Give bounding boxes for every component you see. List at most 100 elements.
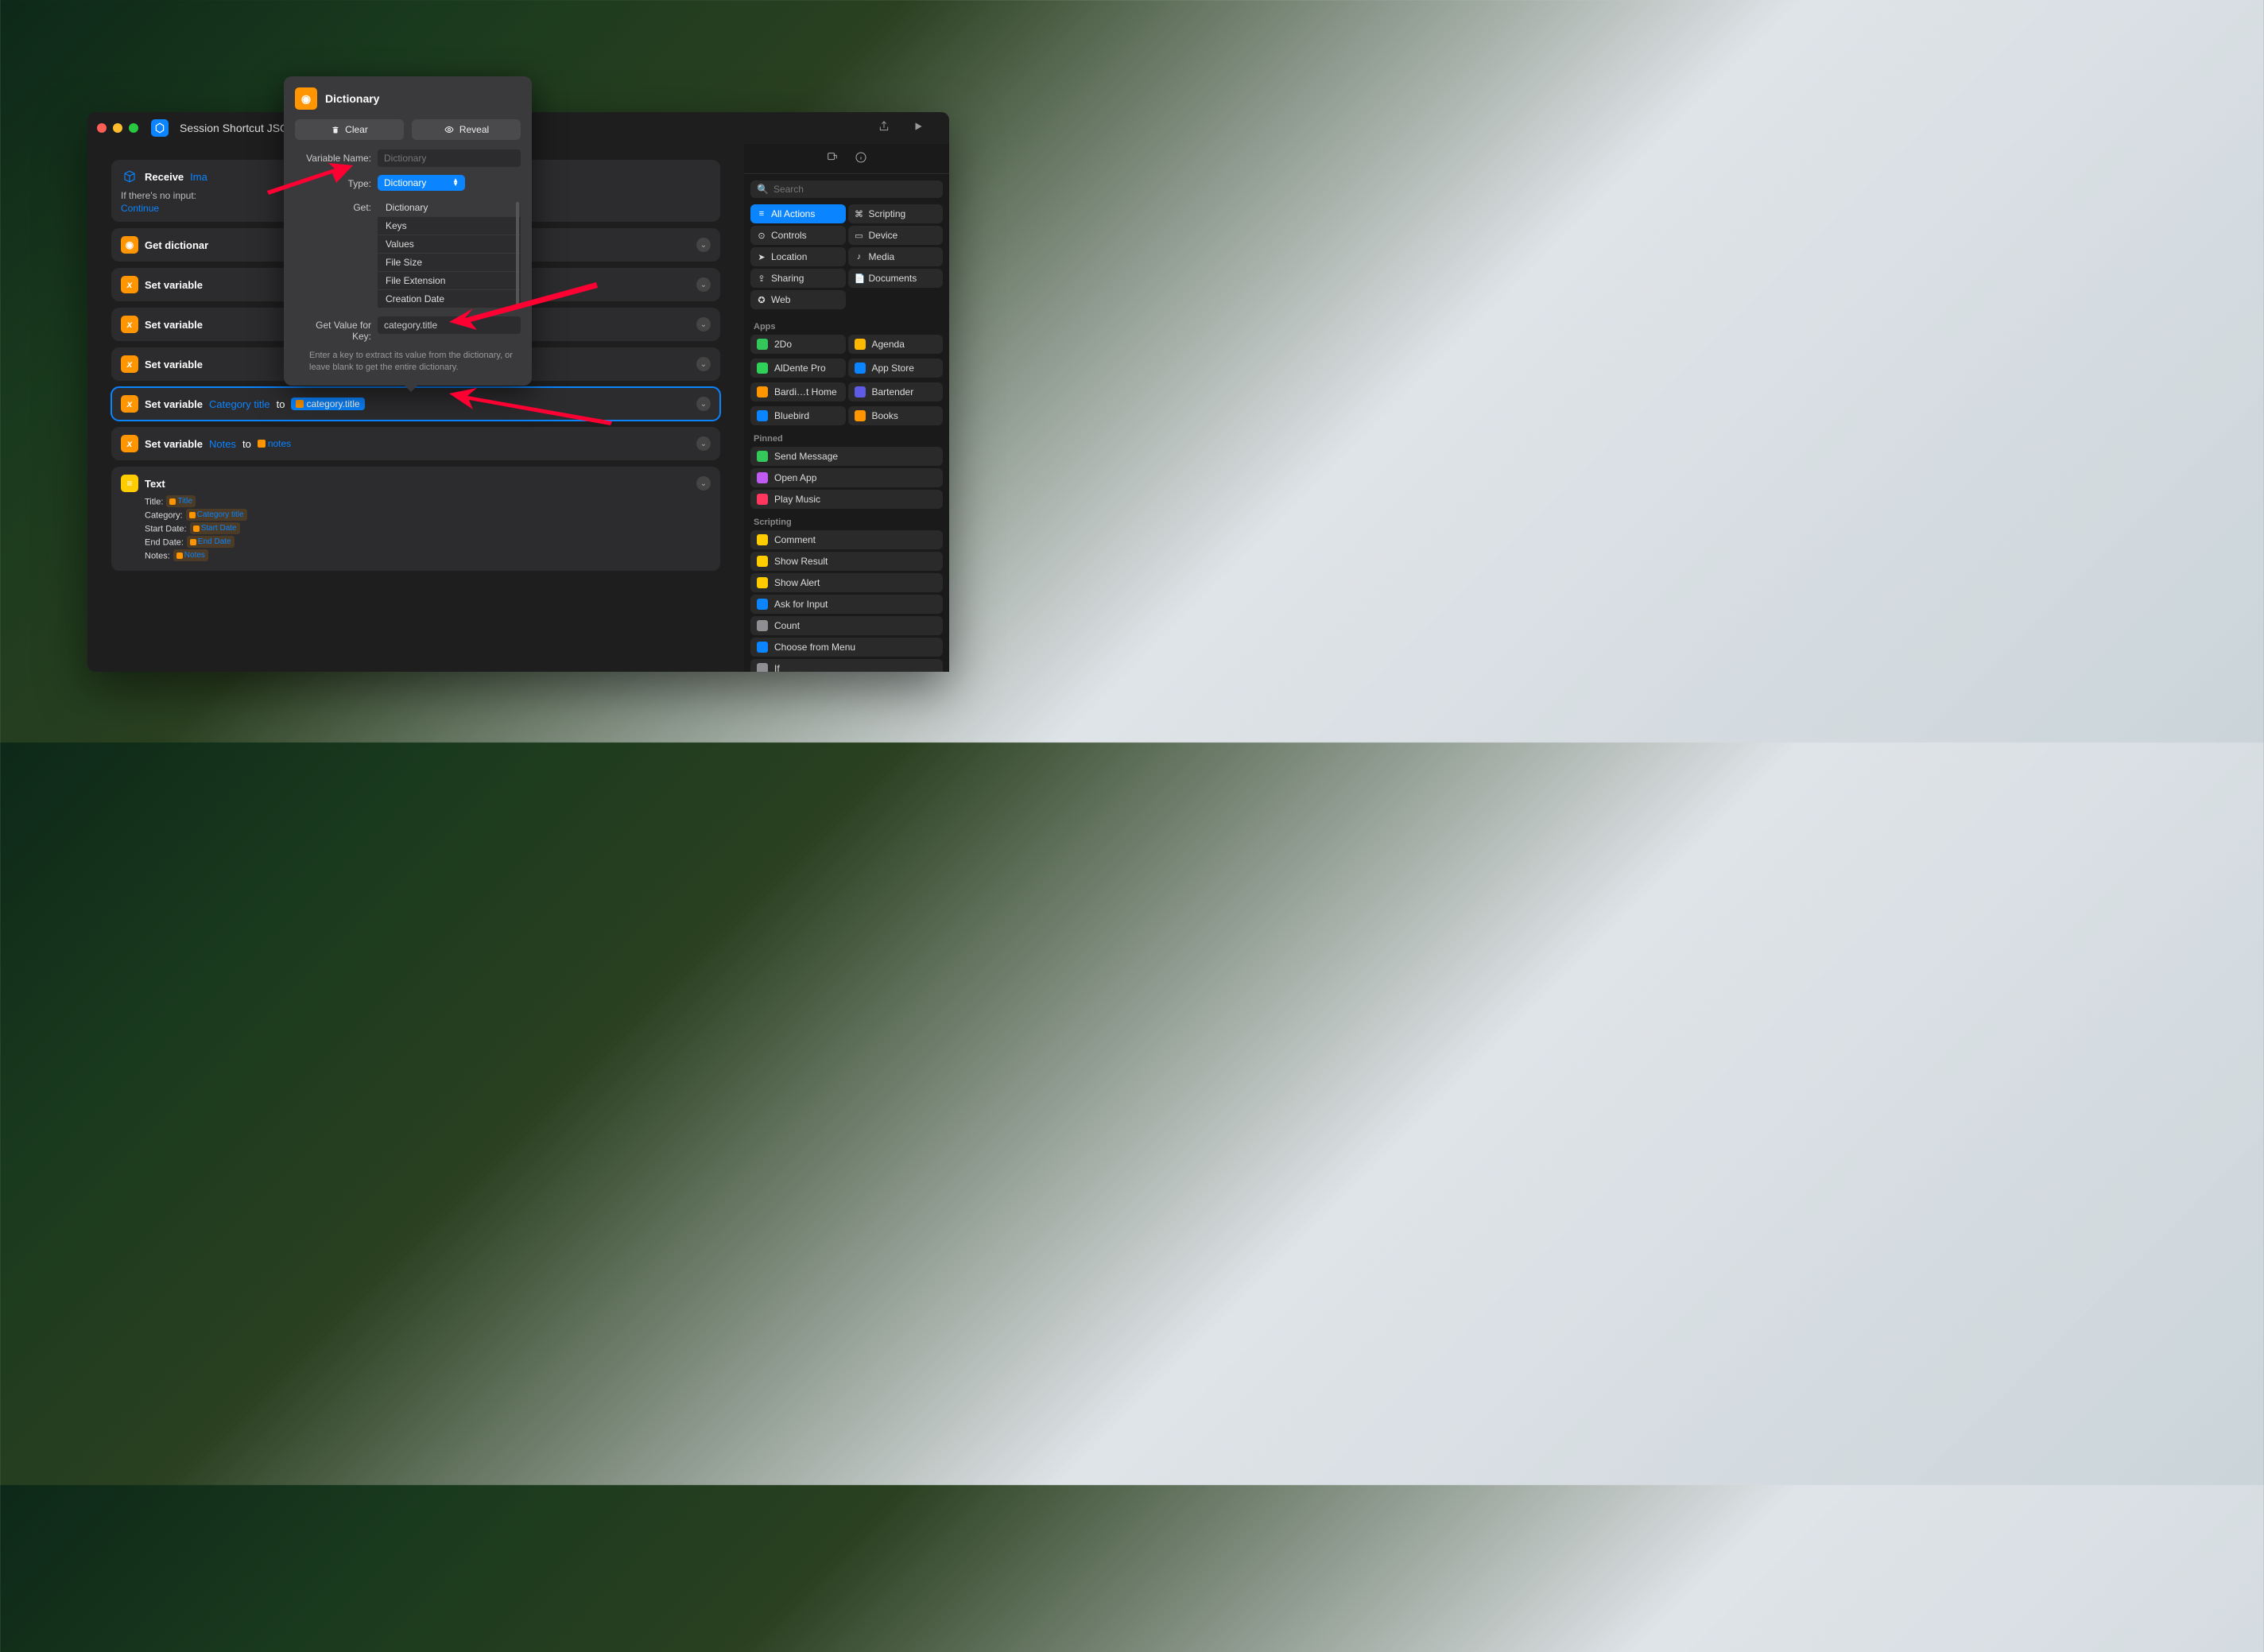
get-option[interactable]: Creation Date	[378, 290, 521, 308]
zoom-button[interactable]	[129, 123, 138, 133]
action-icon	[757, 534, 768, 545]
action-icon	[757, 599, 768, 610]
pinned-header: Pinned	[744, 428, 949, 447]
category-media[interactable]: ♪Media	[848, 247, 944, 266]
getvaluekey-input[interactable]	[378, 316, 521, 334]
minimize-button[interactable]	[113, 123, 122, 133]
scripting-header: Scripting	[744, 511, 949, 530]
library-add-icon[interactable]	[826, 151, 839, 167]
type-label: Type:	[295, 175, 371, 189]
receive-types[interactable]: Ima	[190, 171, 207, 183]
variable-value-chip[interactable]: category.title	[291, 397, 364, 410]
info-icon[interactable]	[855, 151, 867, 167]
search-input[interactable]	[773, 184, 936, 195]
run-button[interactable]	[913, 121, 924, 135]
category-icon: ≡	[757, 209, 766, 219]
share-icon[interactable]	[878, 120, 890, 136]
action-item[interactable]: Comment	[750, 530, 943, 549]
category-icon: ⊙	[757, 231, 766, 241]
varname-input[interactable]	[378, 149, 521, 167]
text-body[interactable]: Title:Title Category:Category title Star…	[121, 492, 711, 563]
category-all-actions[interactable]: ≡All Actions	[750, 204, 846, 223]
clear-button[interactable]: Clear	[295, 119, 404, 140]
expand-icon[interactable]: ⌄	[696, 317, 711, 332]
type-select[interactable]: Dictionary ▲▼	[378, 175, 465, 191]
get-options-list: DictionaryKeysValuesFile SizeFile Extens…	[378, 199, 521, 308]
category-web[interactable]: ✪Web	[750, 290, 846, 309]
get-option[interactable]: Values	[378, 235, 521, 254]
action-item[interactable]: Choose from Menu	[750, 638, 943, 657]
reveal-button[interactable]: Reveal	[412, 119, 521, 140]
category-documents[interactable]: 📄Documents	[848, 269, 944, 288]
search-field[interactable]: 🔍	[750, 180, 943, 198]
variable-name-field[interactable]: Notes	[209, 438, 236, 450]
action-icon	[757, 494, 768, 505]
category-icon: ⇪	[757, 273, 766, 284]
expand-icon[interactable]: ⌄	[696, 476, 711, 491]
receive-label: Receive	[145, 171, 184, 183]
action-icon	[757, 556, 768, 567]
get-option[interactable]: Dictionary	[378, 199, 521, 217]
popover-title: Dictionary	[325, 92, 379, 105]
app-item[interactable]: Bardi…t Home	[750, 382, 846, 401]
category-icon: ▭	[855, 231, 864, 241]
hint-text: Enter a key to extract its value from th…	[295, 350, 521, 374]
action-item[interactable]: Ask for Input	[750, 595, 943, 614]
action-icon	[757, 451, 768, 462]
receive-icon	[121, 168, 138, 185]
variable-icon: x	[121, 435, 138, 452]
expand-icon[interactable]: ⌄	[696, 238, 711, 252]
set-variable-action-selected[interactable]: x Set variable Category title to categor…	[111, 387, 720, 421]
app-item[interactable]: AlDente Pro	[750, 359, 846, 378]
action-item[interactable]: Send Message	[750, 447, 943, 466]
category-device[interactable]: ▭Device	[848, 226, 944, 245]
app-item[interactable]: 2Do	[750, 335, 846, 354]
variable-value-chip[interactable]: notes	[258, 438, 291, 449]
app-item[interactable]: Bluebird	[750, 406, 846, 425]
close-button[interactable]	[97, 123, 107, 133]
action-icon	[757, 472, 768, 483]
get-option[interactable]: Keys	[378, 217, 521, 235]
varname-label: Variable Name:	[295, 149, 371, 164]
variable-icon: x	[121, 395, 138, 413]
text-action[interactable]: ≡ Text ⌄ Title:Title Category:Category t…	[111, 467, 720, 571]
variable-name-field[interactable]: Category title	[209, 398, 270, 410]
app-icon	[757, 363, 768, 374]
app-item[interactable]: Bartender	[848, 382, 944, 401]
action-item[interactable]: Show Alert	[750, 573, 943, 592]
window-title: Session Shortcut JSO	[180, 122, 289, 134]
magic-var-icon	[296, 400, 304, 408]
action-item[interactable]: If	[750, 659, 943, 672]
action-item[interactable]: Open App	[750, 468, 943, 487]
app-item[interactable]: Books	[848, 406, 944, 425]
app-item[interactable]: App Store	[848, 359, 944, 378]
action-item[interactable]: Show Result	[750, 552, 943, 571]
scrollbar[interactable]	[516, 202, 519, 305]
action-item[interactable]: Count	[750, 616, 943, 635]
action-icon	[757, 620, 768, 631]
expand-icon[interactable]: ⌄	[696, 397, 711, 411]
category-icon: 📄	[855, 273, 864, 284]
set-variable-action-notes[interactable]: x Set variable Notes to notes ⌄	[111, 427, 720, 460]
category-location[interactable]: ➤Location	[750, 247, 846, 266]
category-sharing[interactable]: ⇪Sharing	[750, 269, 846, 288]
expand-icon[interactable]: ⌄	[696, 277, 711, 292]
category-controls[interactable]: ⊙Controls	[750, 226, 846, 245]
text-icon: ≡	[121, 475, 138, 492]
search-icon: 🔍	[757, 184, 769, 195]
variable-icon: x	[121, 276, 138, 293]
expand-icon[interactable]: ⌄	[696, 357, 711, 371]
magic-var-icon	[258, 440, 266, 448]
category-scripting[interactable]: ⌘Scripting	[848, 204, 944, 223]
app-item[interactable]: Agenda	[848, 335, 944, 354]
app-icon	[855, 410, 866, 421]
action-library-sidebar: 🔍 ≡All Actions⌘Scripting⊙Controls▭Device…	[744, 144, 949, 672]
app-icon	[855, 339, 866, 350]
action-item[interactable]: Play Music	[750, 490, 943, 509]
get-option[interactable]: File Extension	[378, 272, 521, 290]
no-input-action[interactable]: Continue	[121, 203, 159, 214]
expand-icon[interactable]: ⌄	[696, 436, 711, 451]
chevron-updown-icon: ▲▼	[452, 179, 459, 187]
get-option[interactable]: File Size	[378, 254, 521, 272]
variable-icon: x	[121, 316, 138, 333]
